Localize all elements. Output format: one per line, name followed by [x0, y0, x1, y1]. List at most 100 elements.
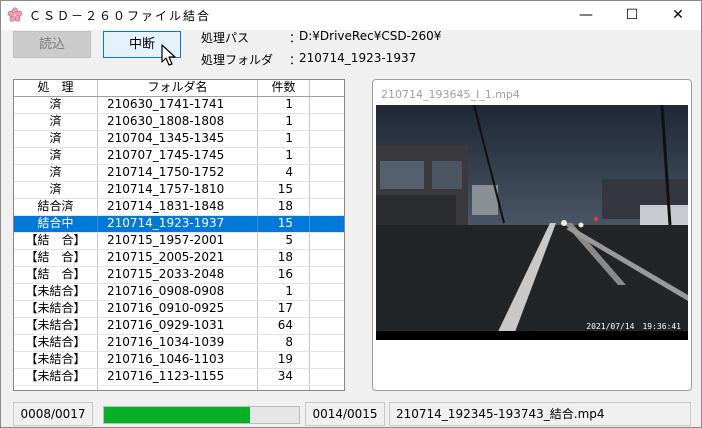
row-count: 19	[258, 352, 310, 368]
table-row[interactable]: 結合中 210714_1923-1937 15	[14, 216, 344, 233]
table-row[interactable]: 【結 合】 210715_2033-2048 16	[14, 267, 344, 284]
row-extra	[310, 148, 344, 164]
table-body: 済 210630_1741-1741 1 済 210630_1808-1808 1 済 210…	[14, 97, 344, 390]
row-extra	[310, 216, 344, 232]
row-count: 34	[258, 369, 310, 385]
table-row[interactable]: 【未結合】 210716_1034-1039 8	[14, 335, 344, 352]
title-bar: ＣＳＤ－２６０ファイル結合 — ☐ ✕	[1, 1, 701, 30]
row-status: 【結 合】	[14, 250, 98, 266]
load-button[interactable]: 読込	[13, 31, 91, 58]
row-folder-name: 210716_1034-1039	[98, 335, 258, 351]
row-extra	[310, 352, 344, 368]
table-header: 処 理 フォルダ名 件数	[14, 80, 344, 97]
row-count: 5	[258, 233, 310, 249]
column-header-folder[interactable]: フォルダ名	[98, 80, 258, 96]
table-row[interactable]: 【未結合】 210716_1123-1155 34	[14, 369, 344, 386]
row-folder-name: 210715_2033-2048	[98, 267, 258, 283]
row-folder-name: 210714_1750-1752	[98, 165, 258, 181]
row-status: 【未結合】	[14, 369, 98, 385]
row-count: 64	[258, 318, 310, 334]
row-extra	[310, 250, 344, 266]
row-extra	[310, 182, 344, 198]
row-extra	[310, 369, 344, 385]
row-extra	[310, 386, 344, 390]
row-status: 【結 合】	[14, 267, 98, 283]
sakura-icon	[7, 7, 23, 22]
row-extra	[310, 199, 344, 215]
row-folder-name: 210715_1957-2001	[98, 233, 258, 249]
preview-title: 210714_193645_I_1.mp4	[381, 88, 520, 101]
app-window: ＣＳＤ－２６０ファイル結合 — ☐ ✕ 読込 中断 処理パス ： D:¥Driv…	[0, 0, 702, 428]
row-folder-name: 210716_1046-1103	[98, 352, 258, 368]
row-count: 15	[258, 182, 310, 198]
row-count: 1	[258, 97, 310, 113]
row-status: 【未結合】	[14, 352, 98, 368]
table-row[interactable]: 結合済 210714_1831-1848 18	[14, 199, 344, 216]
row-status: 済	[14, 97, 98, 113]
mouse-cursor-icon	[161, 44, 176, 66]
row-folder-name: 210714_1757-1810	[98, 182, 258, 198]
row-count: 18	[258, 199, 310, 215]
table-row[interactable]: 済 210704_1345-1345 1	[14, 131, 344, 148]
column-header-status[interactable]: 処 理	[14, 80, 98, 96]
table-row[interactable]: 済 210630_1808-1808 1	[14, 114, 344, 131]
video-timestamp: 2021/07/14 19:36:41	[586, 322, 681, 331]
row-extra	[310, 335, 344, 351]
row-count: 16	[258, 267, 310, 283]
row-extra	[310, 233, 344, 249]
progress-bar	[103, 406, 300, 424]
row-extra	[310, 301, 344, 317]
table-row[interactable]: 済 210707_1745-1745 1	[14, 148, 344, 165]
table-row[interactable]: 済 210714_1750-1752 4	[14, 165, 344, 182]
row-status: 結合済	[14, 199, 98, 215]
table-row[interactable]: 済 210630_1741-1741 1	[14, 97, 344, 114]
column-header-count[interactable]: 件数	[258, 80, 310, 96]
row-status: 済	[14, 182, 98, 198]
table-row[interactable]: 済 210714_1757-1810 15	[14, 182, 344, 199]
close-button[interactable]: ✕	[655, 1, 701, 30]
window-title: ＣＳＤ－２６０ファイル結合	[29, 9, 212, 23]
folder-label: 処理フォルダ	[201, 53, 274, 67]
path-label: 処理パス	[201, 31, 250, 45]
path-value: D:¥DriveRec¥CSD-260¥	[299, 29, 442, 43]
table-row[interactable]: 【未結合】 210716_0910-0925 17	[14, 301, 344, 318]
row-count: 1	[258, 131, 310, 147]
row-status: 【未結合】	[14, 318, 98, 334]
row-status: 済	[14, 114, 98, 130]
folder-progress-text: 0008/0017	[13, 402, 93, 426]
table-row[interactable]: 【未結合】 210716_0929-1031 64	[14, 318, 344, 335]
row-folder-name: 210716_0929-1031	[98, 318, 258, 334]
table-row[interactable]	[14, 386, 344, 390]
row-folder-name: 210716_0908-0908	[98, 284, 258, 300]
row-count	[258, 386, 310, 390]
row-count: 1	[258, 114, 310, 130]
row-count: 4	[258, 165, 310, 181]
row-status: 【未結合】	[14, 335, 98, 351]
row-folder-name: 210704_1345-1345	[98, 131, 258, 147]
row-folder-name: 210714_1831-1848	[98, 199, 258, 215]
minimize-button[interactable]: —	[563, 1, 609, 30]
row-extra	[310, 267, 344, 283]
row-count: 1	[258, 148, 310, 164]
row-status	[14, 386, 98, 390]
maximize-button[interactable]: ☐	[609, 1, 655, 30]
row-status: 済	[14, 131, 98, 147]
table-row[interactable]: 【結 合】 210715_2005-2021 18	[14, 250, 344, 267]
row-status: 【未結合】	[14, 284, 98, 300]
row-status: 【結 合】	[14, 233, 98, 249]
table-row[interactable]: 【未結合】 210716_1046-1103 19	[14, 352, 344, 369]
row-status: 済	[14, 148, 98, 164]
row-count: 1	[258, 284, 310, 300]
table-row[interactable]: 【結 合】 210715_1957-2001 5	[14, 233, 344, 250]
row-folder-name: 210715_2005-2021	[98, 250, 258, 266]
row-folder-name: 210714_1923-1937	[98, 216, 258, 232]
row-folder-name: 210630_1741-1741	[98, 97, 258, 113]
column-header-extra	[310, 80, 344, 96]
row-count: 15	[258, 216, 310, 232]
output-file-name: 210714_192345-193743_結合.mp4	[389, 402, 691, 426]
row-extra	[310, 165, 344, 181]
video-frame: 2021/07/14 19:36:41	[376, 105, 688, 340]
folder-table[interactable]: 処 理 フォルダ名 件数 済 210630_1741-1741 1 済 210630_1…	[13, 79, 345, 391]
table-row[interactable]: 【未結合】 210716_0908-0908 1	[14, 284, 344, 301]
row-folder-name: 210707_1745-1745	[98, 148, 258, 164]
